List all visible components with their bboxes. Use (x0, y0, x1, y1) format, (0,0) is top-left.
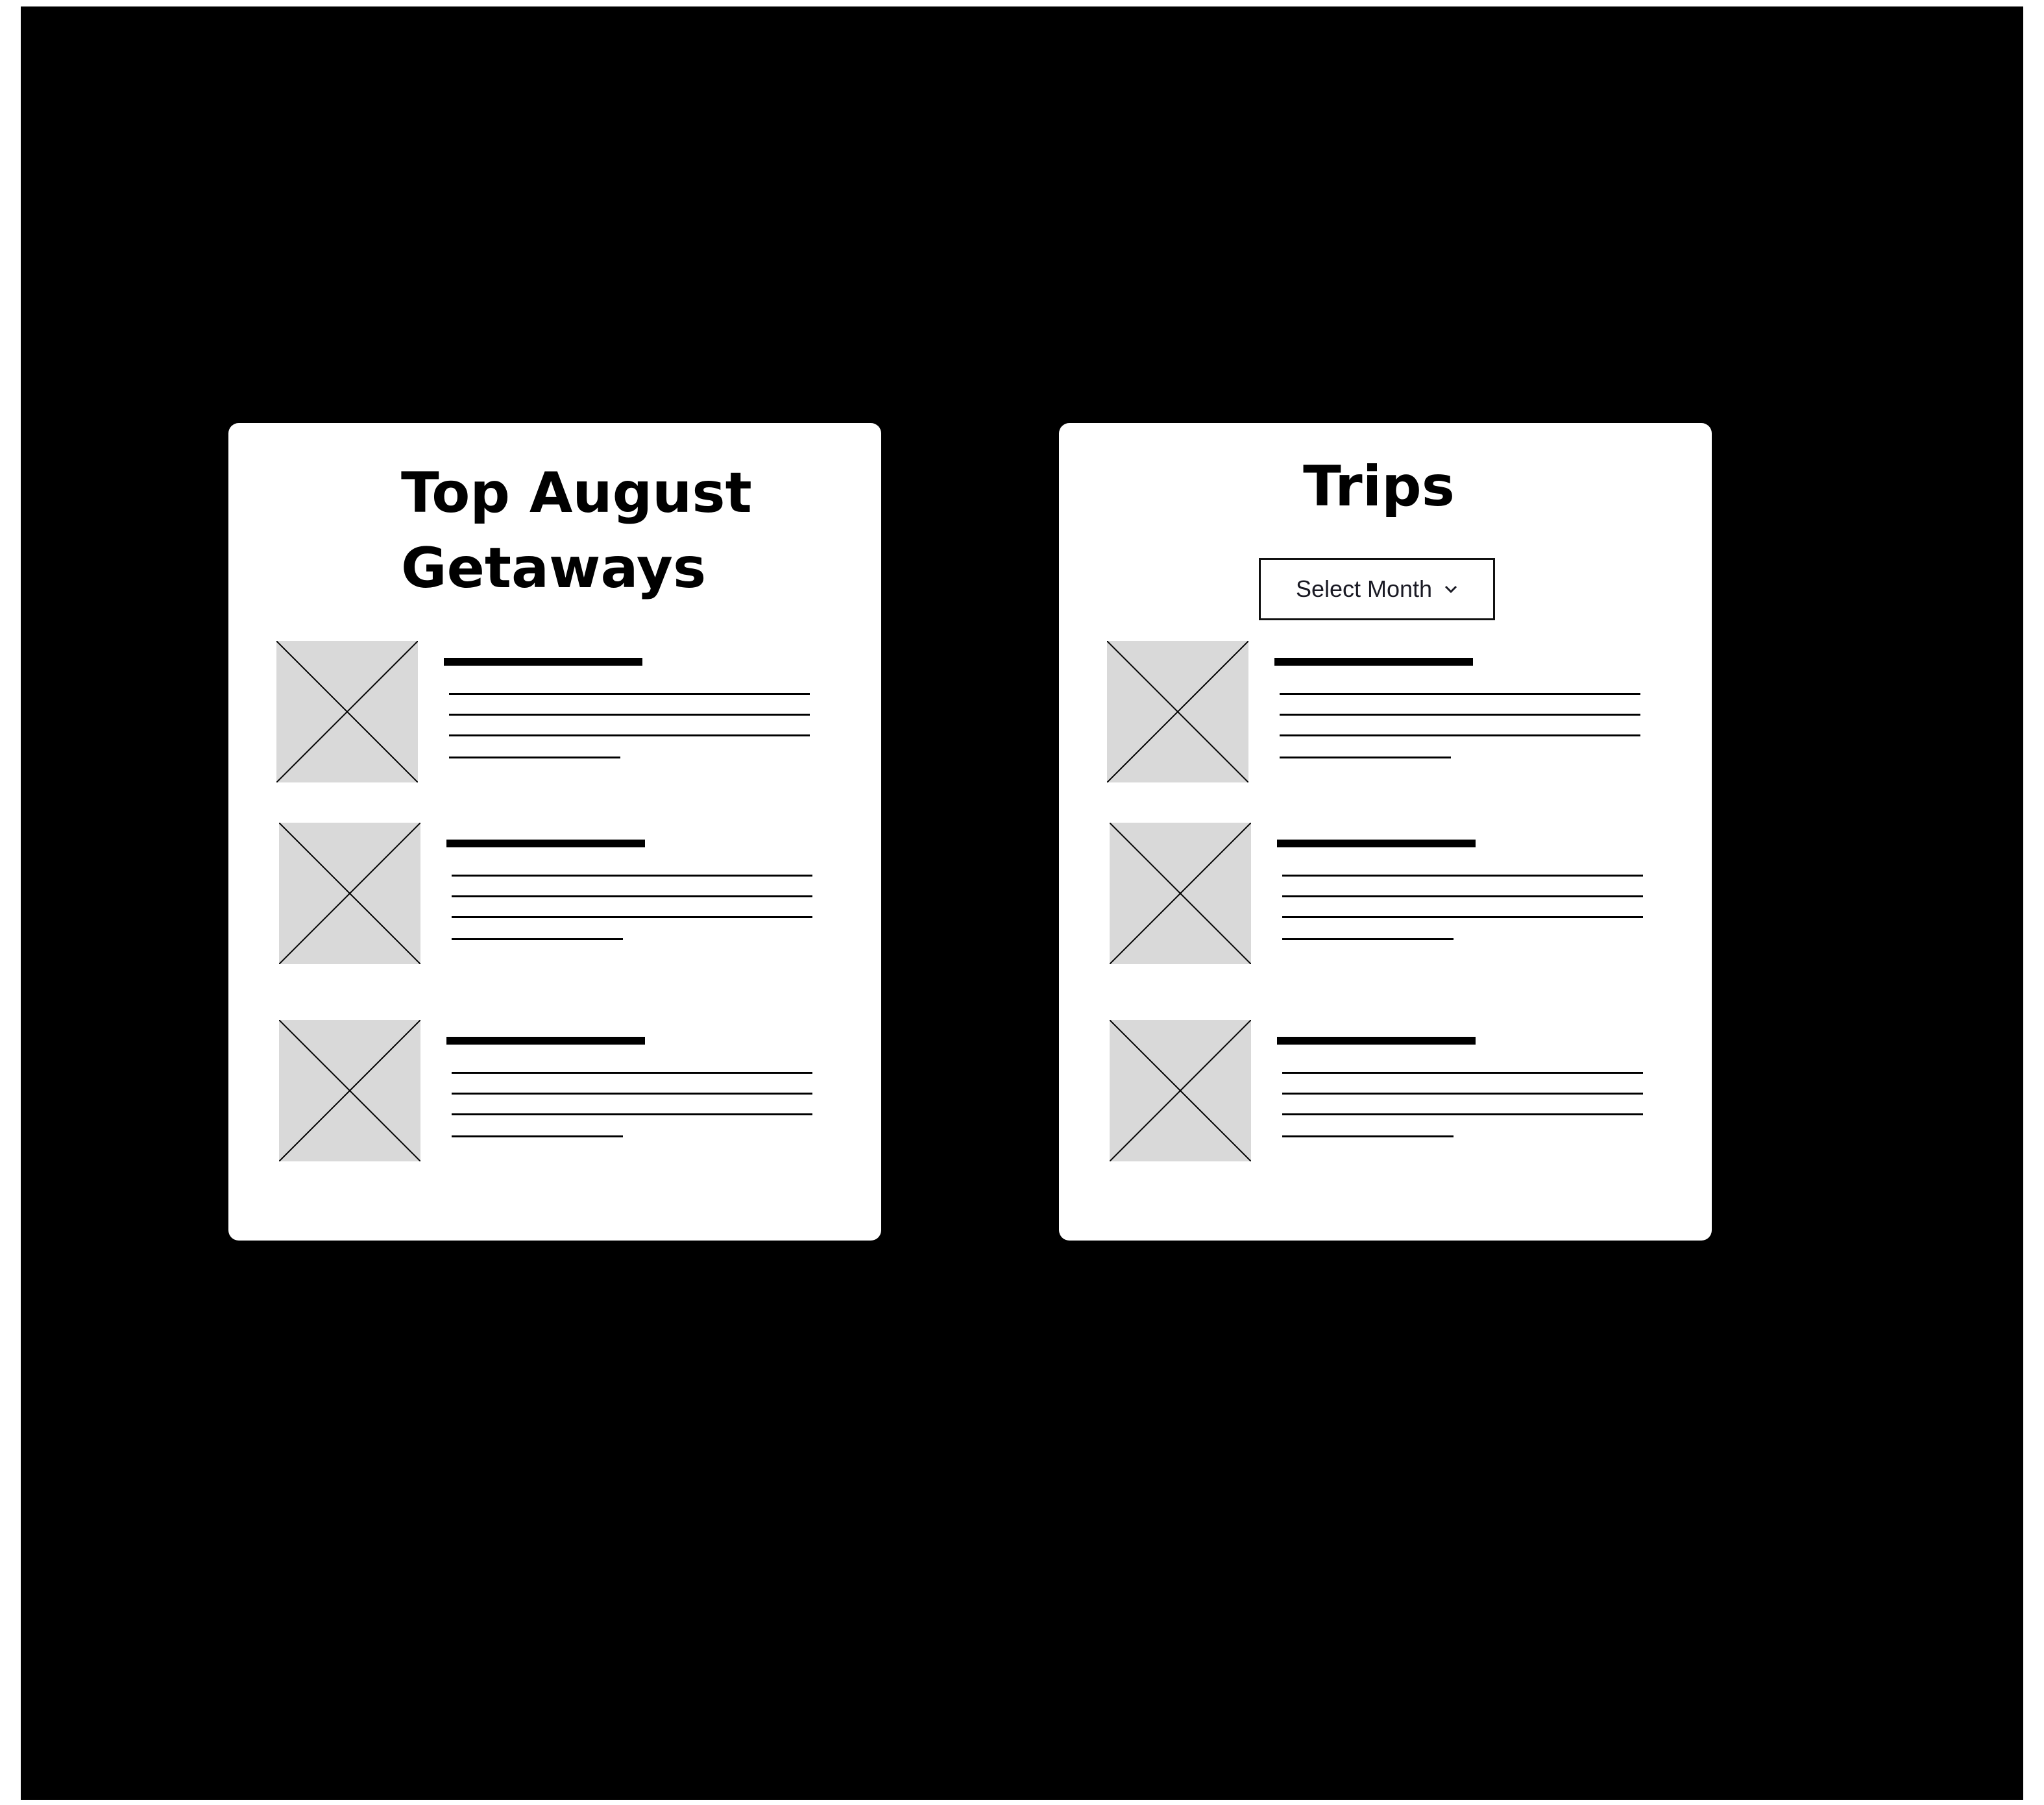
text-line-placeholder (452, 1113, 812, 1115)
text-line-placeholder (1282, 1135, 1454, 1137)
image-placeholder-icon (276, 641, 418, 782)
item-heading-placeholder (444, 658, 642, 666)
list-item[interactable] (279, 823, 837, 964)
item-heading-placeholder (1274, 658, 1473, 666)
text-line-placeholder (452, 1072, 812, 1074)
text-line-placeholder (449, 757, 620, 758)
card-title: Top August Getaways (401, 461, 752, 601)
card-title: Trips (1303, 454, 1455, 519)
text-line-placeholder (1282, 1113, 1643, 1115)
image-placeholder-icon (1107, 641, 1248, 782)
select-month-dropdown[interactable]: Select Month (1259, 558, 1495, 620)
text-line-placeholder (1282, 875, 1643, 877)
item-heading-placeholder (1277, 840, 1476, 847)
text-line-placeholder (449, 693, 810, 695)
text-line-placeholder (1280, 693, 1640, 695)
text-line-placeholder (452, 875, 812, 877)
text-line-placeholder (452, 938, 623, 940)
list-item[interactable] (1110, 823, 1668, 964)
image-placeholder-icon (1110, 1020, 1251, 1161)
list-item[interactable] (276, 641, 834, 782)
text-line-placeholder (1282, 938, 1454, 940)
text-line-placeholder (449, 734, 810, 736)
text-line-placeholder (452, 916, 812, 918)
select-month-label: Select Month (1295, 575, 1433, 602)
text-line-placeholder (1282, 916, 1643, 918)
item-heading-placeholder (1277, 1037, 1476, 1045)
list-item[interactable] (1110, 1020, 1668, 1161)
image-placeholder-icon (279, 1020, 420, 1161)
item-heading-placeholder (446, 840, 645, 847)
text-line-placeholder (1282, 1093, 1643, 1095)
canvas-background: Top August Getaways Trips Select Month (21, 6, 2023, 1800)
list-item[interactable] (1107, 641, 1665, 782)
list-item[interactable] (279, 1020, 837, 1161)
image-placeholder-icon (279, 823, 420, 964)
text-line-placeholder (452, 895, 812, 897)
card-top-august-getaways: Top August Getaways (228, 423, 881, 1241)
chevron-down-icon (1445, 585, 1457, 594)
text-line-placeholder (1282, 895, 1643, 897)
card-trips: Trips Select Month (1059, 423, 1712, 1241)
item-heading-placeholder (446, 1037, 645, 1045)
text-line-placeholder (1280, 714, 1640, 716)
text-line-placeholder (1280, 757, 1451, 758)
image-placeholder-icon (1110, 823, 1251, 964)
text-line-placeholder (1282, 1072, 1643, 1074)
text-line-placeholder (1280, 734, 1640, 736)
text-line-placeholder (449, 714, 810, 716)
text-line-placeholder (452, 1135, 623, 1137)
text-line-placeholder (452, 1093, 812, 1095)
